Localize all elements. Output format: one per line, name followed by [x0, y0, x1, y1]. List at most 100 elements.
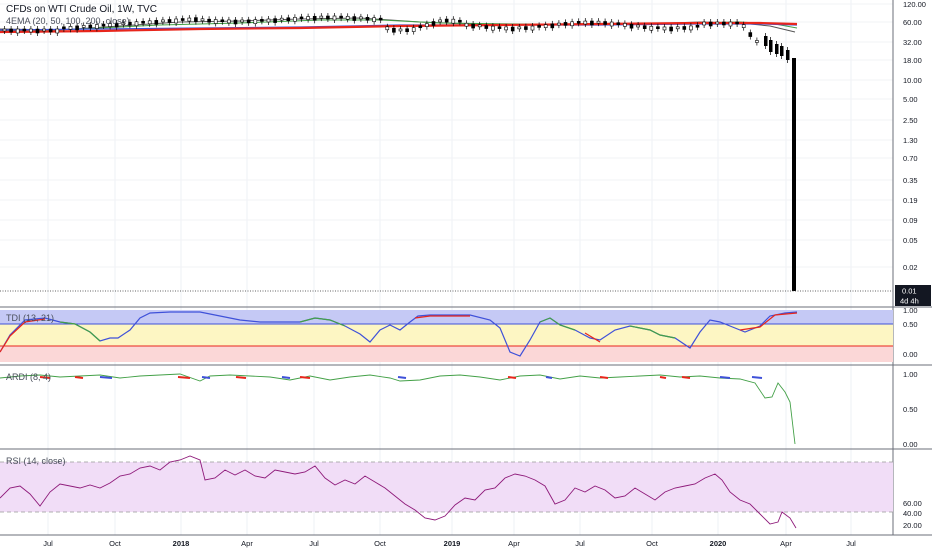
rsi-axis[interactable]: 60.0040.00 20.00 [903, 499, 922, 530]
candle[interactable] [563, 22, 568, 26]
candle[interactable] [240, 19, 244, 23]
time-axis[interactable]: Jul Oct 2018 Apr Jul Oct 2019 Apr Jul Oct 2020 Apr J… [43, 539, 856, 548]
candle[interactable] [769, 40, 773, 52]
candle[interactable] [2, 28, 7, 32]
candle[interactable] [425, 23, 429, 27]
candle[interactable] [484, 25, 489, 29]
candle[interactable] [764, 36, 768, 46]
ardi-line[interactable] [0, 373, 796, 445]
candle[interactable] [497, 26, 502, 29]
candle[interactable] [266, 18, 271, 23]
candle[interactable] [735, 21, 739, 25]
candle[interactable] [326, 15, 330, 20]
price-axis[interactable]: 120.00 60.00 32.00 18.00 10.00 5.00 2.50 1.30 0.… [903, 0, 926, 272]
candle[interactable] [669, 26, 673, 32]
candle[interactable] [273, 18, 277, 23]
candle[interactable] [629, 23, 634, 29]
candle[interactable] [48, 28, 53, 33]
candle[interactable] [780, 46, 784, 56]
candle[interactable] [543, 24, 548, 28]
candle[interactable] [312, 16, 317, 21]
candle[interactable] [200, 18, 205, 22]
candle[interactable] [728, 21, 733, 27]
candle[interactable] [662, 26, 667, 31]
candle[interactable] [682, 26, 687, 30]
candle[interactable] [42, 28, 46, 32]
candle[interactable] [741, 24, 746, 28]
candle[interactable] [755, 40, 759, 43]
candle[interactable] [550, 23, 555, 29]
candle[interactable] [504, 26, 508, 31]
candle[interactable] [339, 15, 343, 19]
candle[interactable] [786, 50, 790, 60]
candle[interactable] [35, 28, 40, 34]
candle[interactable] [491, 25, 495, 31]
candle[interactable] [510, 26, 515, 32]
candle[interactable] [299, 16, 304, 20]
candle[interactable] [477, 24, 482, 28]
candle[interactable] [194, 17, 198, 22]
candle[interactable] [75, 25, 79, 31]
candle[interactable] [359, 16, 363, 20]
candle[interactable] [352, 16, 357, 21]
candle[interactable] [438, 19, 442, 23]
candle[interactable] [418, 25, 423, 29]
candle[interactable] [134, 21, 139, 27]
candle[interactable] [530, 25, 535, 31]
candle[interactable] [22, 28, 27, 32]
candle[interactable] [154, 20, 159, 25]
candle[interactable] [392, 27, 396, 33]
candle[interactable] [636, 24, 640, 28]
candle[interactable] [253, 19, 258, 24]
candle[interactable] [68, 26, 73, 30]
candle[interactable] [29, 28, 33, 33]
candle[interactable] [233, 19, 238, 25]
candle[interactable] [405, 28, 409, 33]
candle[interactable] [722, 21, 726, 26]
candle[interactable] [616, 22, 621, 25]
candle[interactable] [411, 27, 416, 32]
candle[interactable] [220, 19, 225, 23]
candle[interactable] [9, 28, 13, 33]
symbol-title[interactable]: CFDs on WTI Crude Oil, 1W, TVC [6, 4, 157, 15]
candle[interactable] [365, 16, 370, 21]
ardi-axis[interactable]: 1.00 0.50 0.00 [903, 370, 918, 449]
candle[interactable] [557, 22, 561, 26]
candle[interactable] [279, 17, 284, 21]
candle[interactable] [161, 19, 165, 23]
candle[interactable] [517, 26, 522, 30]
candle[interactable] [524, 26, 528, 30]
candle[interactable] [471, 23, 475, 29]
candle[interactable] [260, 19, 264, 22]
candle[interactable] [293, 17, 297, 22]
candle[interactable] [689, 25, 693, 31]
candle[interactable] [174, 18, 178, 24]
ema-indicator-label[interactable]: 4EMA (20, 50, 100, 200, close) [6, 16, 130, 26]
tdi-axis[interactable]: 1.00 0.50 0.00 [903, 306, 918, 359]
candle[interactable] [55, 28, 60, 34]
rsi-indicator-label[interactable]: RSI (14, close) [6, 456, 66, 466]
candle[interactable] [583, 20, 588, 25]
candle[interactable] [180, 18, 185, 21]
candle[interactable] [464, 22, 469, 27]
candle[interactable] [319, 15, 324, 19]
candle[interactable] [398, 28, 403, 32]
candle[interactable] [570, 21, 574, 27]
candle[interactable] [62, 26, 66, 30]
candle[interactable] [306, 16, 310, 20]
candle[interactable] [167, 19, 172, 23]
candle[interactable] [775, 44, 779, 54]
candle[interactable] [444, 18, 449, 23]
candle[interactable] [458, 19, 462, 23]
candle[interactable] [147, 20, 152, 25]
crash-candle[interactable] [792, 58, 796, 291]
candle[interactable] [537, 25, 541, 28]
candle[interactable] [596, 20, 601, 24]
ardi-indicator-label[interactable]: ARDI (8, 4) [6, 372, 51, 382]
candle[interactable] [695, 24, 700, 28]
candle[interactable] [431, 21, 436, 26]
candle[interactable] [187, 17, 192, 22]
candle[interactable] [603, 21, 607, 25]
candle[interactable] [748, 32, 753, 37]
candle[interactable] [246, 19, 251, 24]
